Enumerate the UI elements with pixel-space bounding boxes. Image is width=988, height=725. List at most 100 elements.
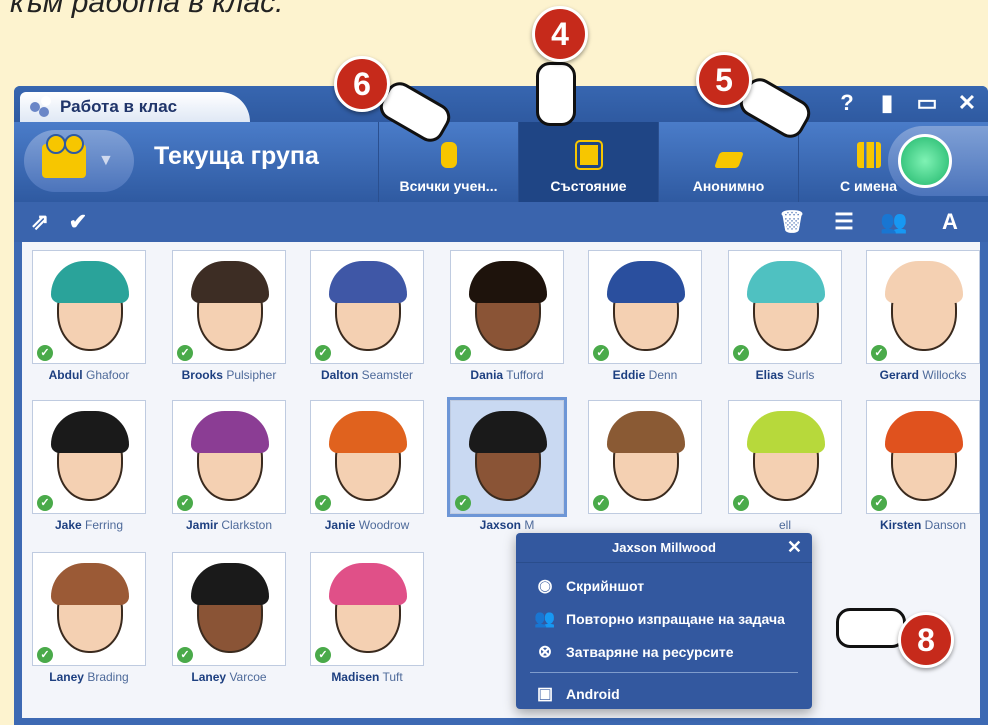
student-tile[interactable]: ✓ Janie Woodrow: [310, 400, 424, 540]
traffic-light-icon: [440, 142, 457, 168]
avatar-hair: [747, 261, 825, 303]
student-tile[interactable]: ✓ Laney Brading: [32, 552, 146, 692]
menu-screenshot[interactable]: ◉ Скрийншот: [516, 569, 812, 602]
segment-all-students[interactable]: Всички учен...: [378, 122, 518, 202]
menu-close-resources[interactable]: ⊗ Затваряне на ресурсите: [516, 635, 812, 668]
group-selector-button[interactable]: ▼: [24, 130, 134, 192]
app-menu-button[interactable]: [888, 126, 988, 196]
segment-label: С имена: [840, 178, 897, 194]
segment-anonymous[interactable]: Анонимно: [658, 122, 798, 202]
student-tile[interactable]: ✓ Gerard Willocks: [866, 250, 980, 390]
student-tile[interactable]: ✓ Jaxson M: [447, 397, 567, 540]
student-first-name: Kirsten: [879, 518, 922, 532]
student-tile[interactable]: ✓ Jamir Clarkston: [172, 400, 286, 540]
android-icon: ▣: [536, 683, 554, 703]
student-tile[interactable]: ✓: [588, 400, 702, 540]
sort-text-icon[interactable]: A: [938, 210, 962, 234]
student-tile[interactable]: ✓ Eddie Denn: [588, 250, 702, 390]
student-tile[interactable]: ✓ Dania Tufford: [450, 250, 564, 390]
online-check-icon: ✓: [455, 345, 471, 361]
online-check-icon: ✓: [315, 647, 331, 663]
avatar-hair: [51, 563, 129, 605]
student-avatar: ✓: [588, 400, 702, 514]
student-avatar: ✓: [447, 397, 567, 517]
student-last-name: Surls: [787, 368, 815, 382]
trash-icon[interactable]: 🗑: [778, 210, 806, 234]
student-name: Laney Varcoe: [166, 670, 292, 684]
online-check-icon: ✓: [871, 495, 887, 511]
student-first-name: Jake: [54, 518, 82, 532]
title-bar: Работа в клас ? ▮ ▭ ✕: [14, 86, 988, 122]
student-tile[interactable]: ✓ Kirsten Danson: [866, 400, 980, 540]
menu-android[interactable]: ▣ Android: [516, 677, 812, 710]
help-button[interactable]: ?: [834, 90, 860, 116]
avatar-hair: [607, 411, 685, 453]
list-view-icon[interactable]: ☰: [832, 210, 856, 234]
student-tile[interactable]: ✓ Madisen Tuft: [310, 552, 424, 692]
student-name: Gerard Willocks: [860, 368, 986, 382]
student-avatar: ✓: [588, 250, 702, 364]
student-last-name: Clarkston: [221, 518, 273, 532]
menu-resend-task[interactable]: 👥 Повторно изпращане на задача: [516, 602, 812, 635]
avatar-hair: [607, 261, 685, 303]
segment-status[interactable]: Състояние: [518, 122, 658, 202]
avatar-hair: [191, 261, 269, 303]
segment-label: Всички учен...: [399, 178, 498, 194]
student-name: Abdul Ghafoor: [26, 368, 152, 382]
avatar-hair: [747, 411, 825, 453]
student-name: Jake Ferring: [26, 518, 152, 532]
avatar-hair: [329, 411, 407, 453]
student-context-popup: Jaxson Millwood ✕ ◉ Скрийншот 👥 Повторно…: [516, 533, 812, 709]
student-name: Kirsten Danson: [860, 518, 986, 532]
student-avatar: ✓: [728, 400, 842, 514]
online-check-icon: ✓: [733, 495, 749, 511]
segment-label: Състояние: [550, 178, 627, 194]
student-last-name: ell: [778, 518, 791, 532]
restore-button[interactable]: ▮: [874, 90, 900, 116]
student-tile[interactable]: ✓ Brooks Pulsipher: [172, 250, 286, 390]
avatar-hair: [885, 411, 963, 453]
student-tile[interactable]: ✓ Elias Surls: [728, 250, 842, 390]
menu-divider: [530, 672, 798, 673]
bar-chart-icon: [856, 142, 881, 168]
student-avatar: ✓: [866, 250, 980, 364]
group-users-icon[interactable]: 👥: [880, 210, 907, 234]
menu-label: Скрийншот: [566, 577, 645, 594]
student-avatar: ✓: [450, 250, 564, 364]
student-tile[interactable]: ✓ Laney Varcoe: [172, 552, 286, 692]
minimize-button[interactable]: ▭: [914, 90, 940, 116]
online-check-icon: ✓: [733, 345, 749, 361]
window-title: Работа в клас: [60, 97, 178, 116]
student-avatar: ✓: [310, 552, 424, 666]
share-icon[interactable]: ⇗: [28, 210, 52, 234]
avatar-hair: [329, 261, 407, 303]
check-eye-icon[interactable]: ✔: [66, 210, 90, 234]
student-avatar: ✓: [172, 552, 286, 666]
close-icon[interactable]: ✕: [787, 537, 802, 558]
menu-label: Android: [566, 685, 620, 702]
student-tile[interactable]: ✓ Dalton Seamster: [310, 250, 424, 390]
student-avatar: ✓: [310, 400, 424, 514]
student-name: Janie Woodrow: [304, 518, 430, 532]
student-name: Elias Surls: [722, 368, 848, 382]
online-check-icon: ✓: [177, 345, 193, 361]
close-resources-icon: ⊗: [537, 641, 553, 661]
avatar-hair: [191, 411, 269, 453]
online-check-icon: ✓: [315, 495, 331, 511]
student-tile[interactable]: ✓ Abdul Ghafoor: [32, 250, 146, 390]
student-name: Dania Tufford: [444, 368, 570, 382]
close-window-button[interactable]: ✕: [954, 90, 980, 116]
student-first-name: Janie: [324, 518, 356, 532]
popup-header: Jaxson Millwood ✕: [516, 533, 812, 563]
student-last-name: Varcoe: [229, 670, 267, 684]
segment-label: Анонимно: [692, 178, 765, 194]
student-first-name: Jaxson: [479, 518, 521, 532]
app-logo-icon: [30, 96, 52, 118]
student-first-name: Gerard: [879, 368, 919, 382]
current-group-label: Текуща група: [154, 142, 319, 170]
student-tile[interactable]: ✓ Jake Ferring: [32, 400, 146, 540]
avatar-hair: [191, 563, 269, 605]
student-first-name: Jamir: [185, 518, 218, 532]
student-tile[interactable]: ✓ ell: [728, 400, 842, 540]
student-avatar: ✓: [866, 400, 980, 514]
